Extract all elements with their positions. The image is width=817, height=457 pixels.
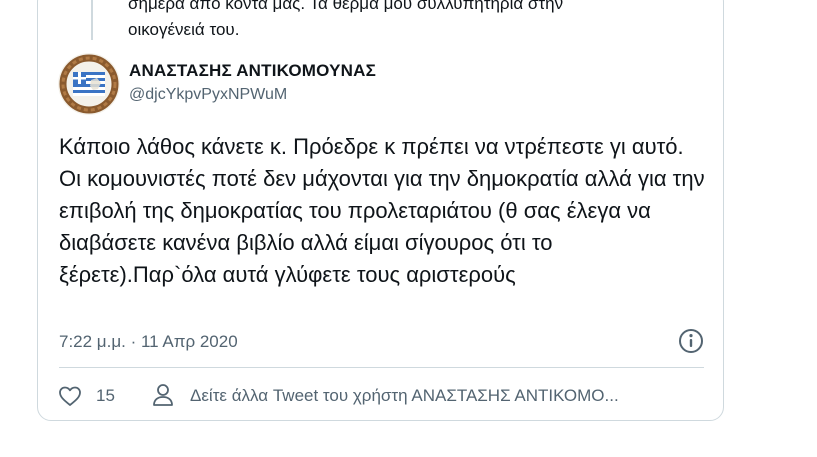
tweet-timestamp[interactable]: 7:22 μ.μ. · 11 Απρ 2020: [59, 332, 238, 352]
person-icon: [152, 383, 174, 407]
info-icon[interactable]: [678, 328, 704, 354]
greek-flag-wreath-avatar-icon: [58, 53, 120, 115]
quoted-tweet-text: σήμερα από κοντά μας. Τα θερμά μου συλλυ…: [128, 0, 564, 39]
author-name[interactable]: ΑΝΑΣΤΑΣΗΣ ΑΝΤΙΚΟΜΟΥΝΑΣ: [129, 61, 376, 81]
thread-connector-line: [91, 0, 93, 40]
heart-icon[interactable]: [58, 384, 82, 408]
author-handle[interactable]: @djcYkpvPyxNPWuM: [129, 86, 287, 104]
avatar[interactable]: [58, 53, 120, 115]
divider: [59, 367, 704, 368]
like-count: 15: [96, 386, 115, 405]
more-tweets-link[interactable]: Δείτε άλλα Tweet του χρήστη ΑΝΑΣΤΑΣΗΣ ΑΝ…: [190, 386, 619, 406]
tweet-text: Κάποιο λάθος κάνετε κ. Πρόεδρε κ πρέπει …: [59, 134, 705, 287]
